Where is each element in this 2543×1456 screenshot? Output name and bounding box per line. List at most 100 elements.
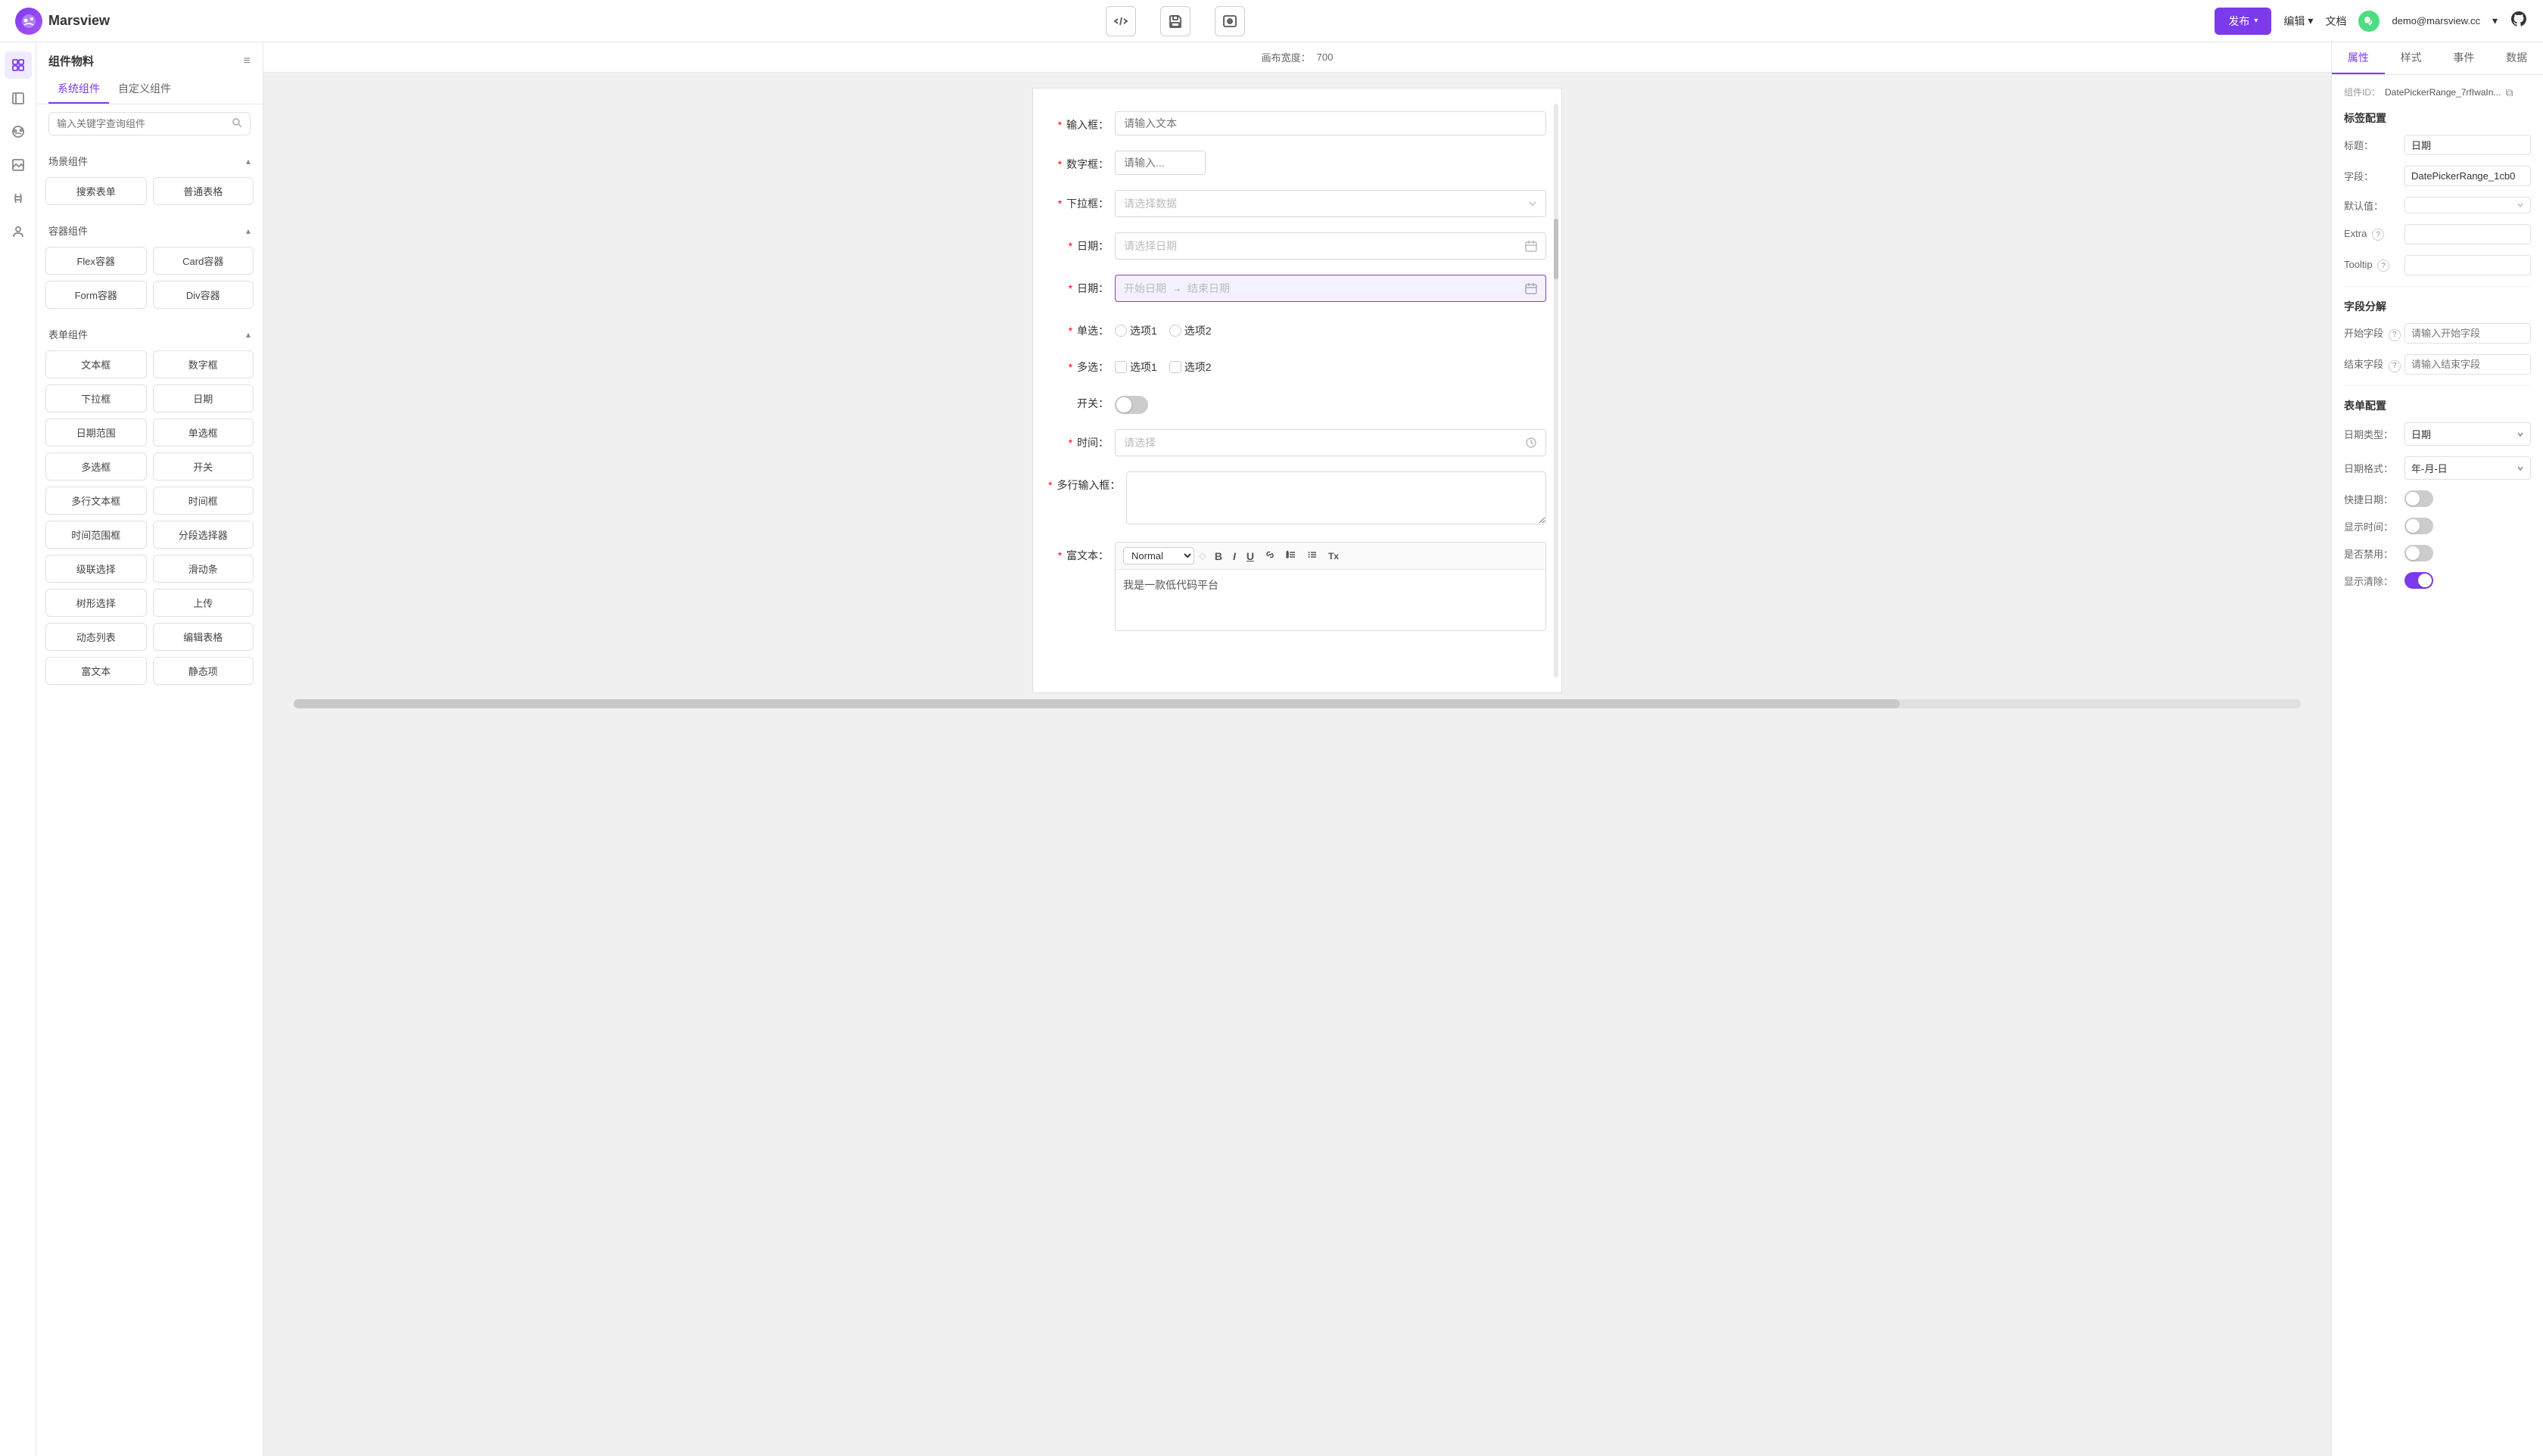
- component-card[interactable]: Card容器: [153, 247, 254, 275]
- richtext-format-select[interactable]: Normal Heading 1 Heading 2: [1123, 547, 1194, 565]
- sidebar-image-icon[interactable]: [5, 151, 32, 179]
- right-tab-events[interactable]: 事件: [2438, 42, 2491, 74]
- form-label-date: * 日期：: [1048, 232, 1109, 254]
- component-timebox[interactable]: 时间框: [153, 487, 254, 515]
- component-numberbox[interactable]: 数字框: [153, 350, 254, 378]
- section-container-header[interactable]: 容器组件 ▴: [45, 219, 254, 242]
- publish-button[interactable]: 发布 ▾: [2215, 8, 2271, 35]
- rp-showtime-toggle[interactable]: [2404, 518, 2433, 534]
- date-field[interactable]: 请选择日期: [1115, 232, 1546, 260]
- section-scene: 场景组件 ▴ 搜索表单 普通表格: [45, 149, 254, 210]
- rp-tooltip-input[interactable]: [2404, 255, 2531, 275]
- rp-default-select[interactable]: [2404, 197, 2531, 213]
- toggle-switch[interactable]: [1115, 396, 1148, 414]
- form-label-richtext: * 富文本：: [1048, 542, 1109, 563]
- richtext-content[interactable]: 我是一款低代码平台: [1116, 570, 1545, 630]
- section-form-header[interactable]: 表单组件 ▴: [45, 322, 254, 346]
- component-richtext[interactable]: 富文本: [45, 657, 147, 685]
- time-field[interactable]: 请选择: [1115, 429, 1546, 456]
- rp-disabled-toggle[interactable]: [2404, 545, 2433, 562]
- component-tree[interactable]: 树形选择: [45, 589, 147, 617]
- component-daterange[interactable]: 日期范围: [45, 418, 147, 446]
- component-editabletable[interactable]: 编辑表格: [153, 623, 254, 651]
- section-scene-header[interactable]: 场景组件 ▴: [45, 149, 254, 173]
- doc-button[interactable]: 文档: [2325, 14, 2346, 29]
- component-checkbox[interactable]: 多选框: [45, 453, 147, 481]
- richtext-bold-button[interactable]: B: [1211, 549, 1226, 564]
- richtext-link-button[interactable]: [1261, 548, 1279, 564]
- extra-help-icon[interactable]: ?: [2372, 229, 2384, 241]
- textarea-field[interactable]: [1126, 471, 1546, 524]
- component-cascade[interactable]: 级联选择: [45, 555, 147, 583]
- component-flex[interactable]: Flex容器: [45, 247, 147, 275]
- component-dynamiclist[interactable]: 动态列表: [45, 623, 147, 651]
- component-multiline[interactable]: 多行文本框: [45, 487, 147, 515]
- right-tab-style[interactable]: 样式: [2385, 42, 2438, 74]
- tooltip-help-icon[interactable]: ?: [2377, 260, 2389, 272]
- component-upload[interactable]: 上传: [153, 589, 254, 617]
- component-div[interactable]: Div容器: [153, 281, 254, 309]
- rp-title-input[interactable]: [2404, 135, 2531, 155]
- sidebar-components-icon[interactable]: [5, 51, 32, 79]
- component-static[interactable]: 静态项: [153, 657, 254, 685]
- component-segmented[interactable]: 分段选择器: [153, 521, 254, 549]
- rp-quickdate-toggle[interactable]: [2404, 490, 2433, 507]
- form-label-toggle: 开关：: [1048, 390, 1109, 411]
- tab-custom-components[interactable]: 自定义组件: [109, 75, 180, 104]
- sidebar-pages-icon[interactable]: [5, 85, 32, 112]
- right-tab-data[interactable]: 数据: [2490, 42, 2543, 74]
- component-date[interactable]: 日期: [153, 384, 254, 412]
- tab-system-components[interactable]: 系统组件: [48, 75, 109, 104]
- user-email[interactable]: demo@marsview.cc: [2392, 15, 2480, 26]
- panel-menu-icon[interactable]: ≡: [244, 54, 251, 68]
- github-icon[interactable]: [2510, 10, 2528, 33]
- richtext-underline-button[interactable]: U: [1243, 549, 1258, 564]
- component-dropdown[interactable]: 下拉框: [45, 384, 147, 412]
- section-container: 容器组件 ▴ Flex容器 Card容器 Form容器 Div容器: [45, 219, 254, 313]
- richtext-clear-format-button[interactable]: Tx: [1324, 549, 1343, 563]
- startfield-help-icon[interactable]: ?: [2389, 329, 2401, 341]
- code-editor-button[interactable]: [1106, 6, 1136, 36]
- save-button[interactable]: [1160, 6, 1191, 36]
- sidebar-user-icon[interactable]: [5, 218, 32, 245]
- richtext-unorderedlist-button[interactable]: [1303, 548, 1321, 564]
- rp-showclear-toggle[interactable]: [2404, 572, 2433, 589]
- number-field[interactable]: [1115, 151, 1206, 175]
- checkbox-option1[interactable]: 选项1: [1115, 359, 1157, 375]
- rp-startfield-input[interactable]: [2404, 323, 2531, 344]
- rp-dateformat-select[interactable]: 年-月-日: [2404, 456, 2531, 480]
- component-switch[interactable]: 开关: [153, 453, 254, 481]
- preview-button[interactable]: [1215, 6, 1245, 36]
- search-input[interactable]: [57, 118, 227, 129]
- rp-extra-input[interactable]: [2404, 224, 2531, 244]
- rp-datetype-select[interactable]: 日期: [2404, 422, 2531, 446]
- edit-menu[interactable]: 编辑 ▾: [2283, 14, 2313, 29]
- daterange-field[interactable]: 开始日期 → 结束日期: [1115, 275, 1546, 302]
- component-search-form[interactable]: 搜索表单: [45, 177, 147, 205]
- component-form[interactable]: Form容器: [45, 281, 147, 309]
- component-slider[interactable]: 滑动条: [153, 555, 254, 583]
- rp-endfield-input[interactable]: [2404, 354, 2531, 375]
- checkbox-option2[interactable]: 选项2: [1169, 359, 1212, 375]
- select-field[interactable]: 请选择数据: [1115, 190, 1546, 217]
- search-box: [48, 112, 251, 135]
- sidebar-function-icon[interactable]: [5, 185, 32, 212]
- sidebar-nav-icon[interactable]: [5, 118, 32, 145]
- component-normal-table[interactable]: 普通表格: [153, 177, 254, 205]
- richtext-orderedlist-button[interactable]: 123: [1282, 548, 1300, 564]
- rp-field-input[interactable]: [2404, 166, 2531, 186]
- richtext-italic-button[interactable]: I: [1229, 549, 1240, 564]
- input-field[interactable]: [1115, 111, 1546, 135]
- scroll-thumb[interactable]: [1554, 219, 1558, 279]
- horizontal-scrollbar[interactable]: [294, 699, 2301, 708]
- component-timerange[interactable]: 时间范围框: [45, 521, 147, 549]
- endfield-help-icon[interactable]: ?: [2389, 360, 2401, 372]
- radio-option1[interactable]: 选项1: [1115, 323, 1157, 338]
- radio-option2[interactable]: 选项2: [1169, 323, 1212, 338]
- canvas-body[interactable]: * 输入框： * 数字框： * 下拉框：: [263, 73, 2331, 1456]
- component-textbox[interactable]: 文本框: [45, 350, 147, 378]
- component-radio[interactable]: 单选框: [153, 418, 254, 446]
- copy-id-icon[interactable]: ⧉: [2505, 86, 2517, 98]
- rp-field-default: 默认值：: [2344, 197, 2531, 213]
- right-tab-properties[interactable]: 属性: [2332, 42, 2385, 74]
